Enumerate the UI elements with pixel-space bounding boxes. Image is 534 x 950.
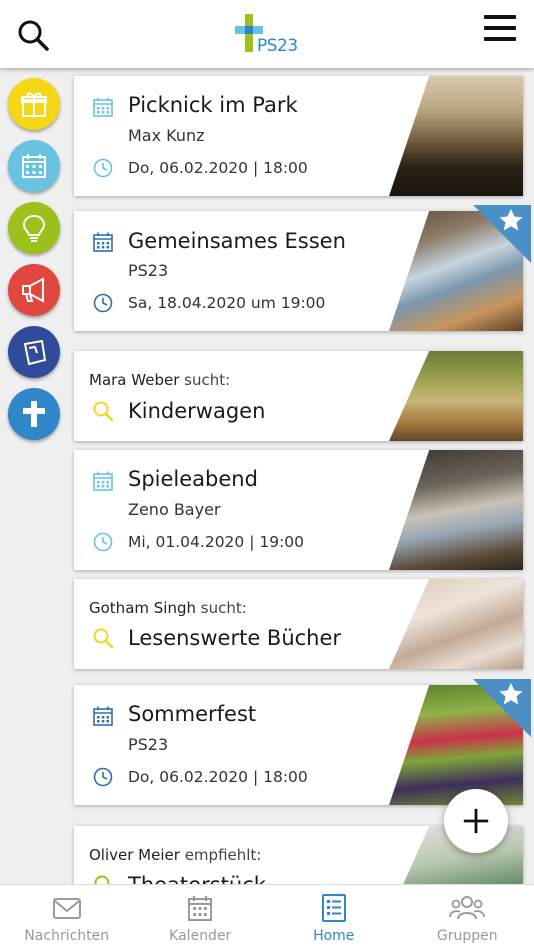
calendar-icon xyxy=(188,896,213,921)
clock-icon xyxy=(93,532,113,552)
request-title: Lesenswerte Bücher xyxy=(128,626,342,650)
calendar-icon xyxy=(93,471,113,491)
event-card[interactable]: Gemeinsames Essen PS23 Sa, 18.04.2020 um… xyxy=(74,211,523,331)
logo-text: PS23 xyxy=(257,36,298,56)
plus-icon xyxy=(463,808,489,834)
tab-kalender[interactable]: Kalender xyxy=(134,885,268,950)
lightbulb-icon xyxy=(22,214,46,242)
request-verb: sucht: xyxy=(184,371,231,389)
clock-icon xyxy=(93,158,113,178)
calendar-icon xyxy=(93,232,113,252)
event-datetime: Do, 06.02.2020 | 18:00 xyxy=(128,768,308,786)
featured-star-icon xyxy=(473,679,531,737)
menu-bar xyxy=(484,26,516,30)
event-image xyxy=(389,450,523,570)
event-organizer: PS23 xyxy=(128,261,169,280)
calendar-icon xyxy=(93,706,113,726)
event-card[interactable]: Picknick im Park Max Kunz Do, 06.02.2020… xyxy=(74,76,523,196)
request-image xyxy=(389,351,523,441)
event-datetime: Do, 06.02.2020 | 18:00 xyxy=(128,159,308,177)
menu-bar xyxy=(484,37,516,41)
request-verb: sucht: xyxy=(200,599,247,617)
tab-label: Nachrichten xyxy=(24,928,110,944)
event-title: Spieleabend xyxy=(128,467,258,491)
group-icon xyxy=(449,896,486,920)
menu-bar xyxy=(484,15,516,19)
search-button[interactable] xyxy=(16,18,50,52)
event-datetime: Mi, 01.04.2020 | 19:00 xyxy=(128,533,305,551)
tab-label: Kalender xyxy=(169,928,232,944)
cross-icon xyxy=(23,401,45,427)
search-request-card[interactable]: Gotham Singh sucht: Lesenswerte Bücher xyxy=(74,579,523,669)
calendar-icon xyxy=(93,97,113,117)
category-notes-button[interactable] xyxy=(8,326,60,378)
category-calendar-button[interactable] xyxy=(8,140,60,192)
event-card[interactable]: Sommerfest PS23 Do, 06.02.2020 | 18:00 xyxy=(74,685,523,805)
search-request-card[interactable]: Mara Weber sucht: Kinderwagen xyxy=(74,351,523,441)
category-idea-button[interactable] xyxy=(8,202,60,254)
request-verb: empfiehlt: xyxy=(184,846,262,864)
list-icon xyxy=(321,894,346,922)
top-bar: PS23 xyxy=(0,0,534,68)
event-organizer: PS23 xyxy=(128,735,169,754)
event-title: Gemeinsames Essen xyxy=(128,229,346,253)
event-datetime: Sa, 18.04.2020 um 19:00 xyxy=(128,294,326,312)
search-icon xyxy=(18,20,49,51)
event-title: Picknick im Park xyxy=(128,93,298,117)
request-image xyxy=(389,579,523,669)
event-organizer: Zeno Bayer xyxy=(128,500,221,519)
event-image xyxy=(389,76,523,196)
request-author: Mara Weber xyxy=(89,371,180,389)
featured-star-icon xyxy=(473,205,531,263)
tab-label: Gruppen xyxy=(436,928,498,944)
megaphone-icon xyxy=(22,277,44,303)
event-title: Sommerfest xyxy=(128,702,257,726)
bottom-navigation: Nachrichten Kalender Home Gruppen xyxy=(0,884,534,950)
envelope-icon xyxy=(52,898,81,919)
category-gift-button[interactable] xyxy=(8,78,60,130)
tab-gruppen[interactable]: Gruppen xyxy=(401,885,534,950)
tab-home[interactable]: Home xyxy=(267,885,401,950)
event-organizer: Max Kunz xyxy=(128,126,205,145)
tab-nachrichten[interactable]: Nachrichten xyxy=(0,885,134,950)
menu-button[interactable] xyxy=(484,15,516,45)
app-logo: PS23 xyxy=(235,14,301,58)
add-button[interactable] xyxy=(444,789,508,853)
note-icon xyxy=(23,339,47,366)
request-author: Oliver Meier xyxy=(89,846,180,864)
event-card[interactable]: Spieleabend Zeno Bayer Mi, 01.04.2020 | … xyxy=(74,450,523,570)
calendar-icon xyxy=(22,154,46,178)
category-announcement-button[interactable] xyxy=(8,264,60,316)
category-church-button[interactable] xyxy=(8,388,60,440)
request-author-line: Mara Weber sucht: xyxy=(89,371,230,389)
search-icon xyxy=(93,401,114,422)
tab-label: Home xyxy=(313,928,355,944)
request-author-line: Gotham Singh sucht: xyxy=(89,599,247,617)
request-title: Kinderwagen xyxy=(128,399,266,423)
gift-icon xyxy=(21,92,47,117)
request-author: Gotham Singh xyxy=(89,599,196,617)
clock-icon xyxy=(93,293,113,313)
clock-icon xyxy=(93,767,113,787)
search-icon xyxy=(93,628,114,649)
request-author-line: Oliver Meier empfiehlt: xyxy=(89,846,261,864)
